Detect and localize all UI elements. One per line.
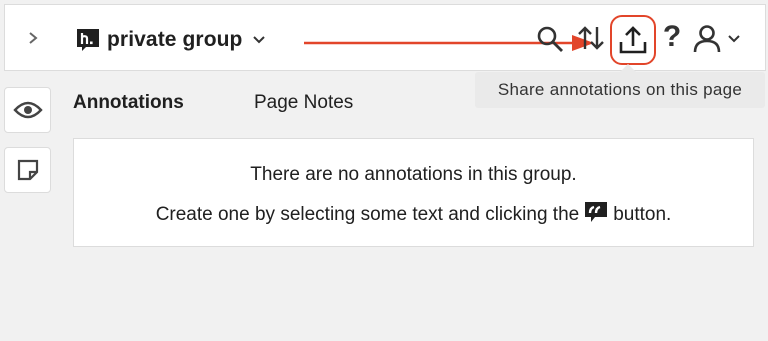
instructions-text-after: button.: [613, 204, 672, 225]
chevron-down-icon: [253, 36, 266, 44]
sort-button[interactable]: [575, 22, 607, 54]
rail-notes-button[interactable]: [4, 147, 51, 193]
quote-icon: [585, 202, 608, 222]
chevron-right-icon[interactable]: [23, 28, 43, 48]
instructions-text-before: Create one by selecting some text and cl…: [155, 204, 580, 225]
empty-state-instructions: Create one by selecting some text and cl…: [74, 202, 753, 226]
user-menu[interactable]: [693, 22, 753, 56]
tooltip-caret: [620, 64, 636, 72]
rail-annotations-button[interactable]: [4, 87, 51, 133]
hypothesis-logo-icon: [77, 29, 99, 51]
share-icon: [619, 26, 647, 54]
tab-page-notes[interactable]: Page Notes: [254, 92, 353, 114]
group-name: private group: [107, 28, 243, 51]
note-icon: [17, 159, 38, 181]
search-icon: [537, 26, 563, 52]
help-icon: ?: [662, 20, 682, 53]
empty-state-message: There are no annotations in this group.: [250, 164, 577, 185]
sort-icon: [578, 26, 604, 50]
eye-icon: [12, 101, 43, 119]
share-button[interactable]: [610, 15, 656, 65]
empty-state-card: There are no annotations in this group. …: [73, 138, 754, 247]
share-tooltip: Share annotations on this page: [475, 72, 765, 108]
tab-annotations[interactable]: Annotations: [73, 92, 184, 114]
help-button[interactable]: ?: [660, 20, 684, 54]
chevron-down-icon: [728, 35, 740, 43]
user-icon: [693, 25, 721, 53]
group-menu[interactable]: private group: [77, 27, 266, 53]
search-button[interactable]: [535, 24, 565, 54]
